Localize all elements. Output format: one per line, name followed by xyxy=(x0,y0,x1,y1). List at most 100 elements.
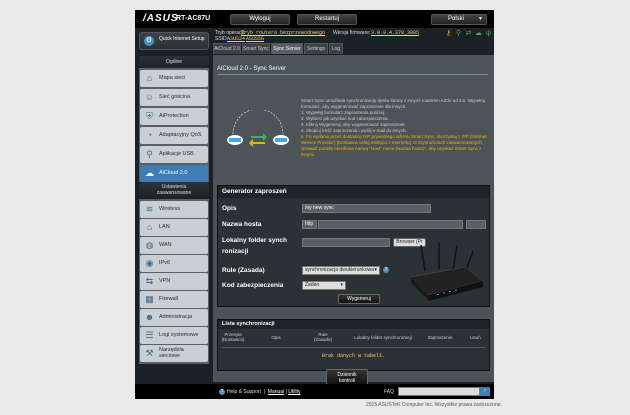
step-5-note: 5. Po wydaniu przez dostawcę ISP prywatn… xyxy=(301,134,487,157)
faq-search-button[interactable]: › xyxy=(480,387,490,396)
sidebar-item-aiprotection[interactable]: ⛨ AiProtection xyxy=(140,108,208,125)
language-value: Polski xyxy=(448,16,465,22)
firmware-value[interactable]: 3.0.0.4.378_3885 xyxy=(371,30,419,36)
sidebar-item-label: Mapa sieci xyxy=(159,75,186,81)
usb-status-icon[interactable]: ⚲ xyxy=(455,30,462,37)
sidebar-item-qos[interactable]: ◔ Adaptacyjny QoS xyxy=(140,127,208,144)
chevron-down-icon: ▾ xyxy=(374,267,377,273)
router-left-icon xyxy=(227,135,243,145)
manual-link[interactable]: Manual xyxy=(268,389,284,395)
tab-aicloud[interactable]: AiCloud 2.0 xyxy=(213,43,241,54)
advanced-menu: ≋ Wireless ⌂ LAN ◍ WAN ◉ IPv6 ⇆ VPN ▦ Fi… xyxy=(139,199,209,364)
protocol-select[interactable]: http xyxy=(302,220,317,229)
system-log-icon: ☰ xyxy=(145,330,154,340)
language-select[interactable]: Polski ▼ xyxy=(431,14,487,25)
security-code-label: Kod zabezpieczenia xyxy=(222,282,284,289)
firewall-icon: ▦ xyxy=(145,294,154,304)
internet-status-icon[interactable]: ⇄ xyxy=(465,30,472,37)
sidebar-item-usb-apps[interactable]: ⚲ Aplikacje USB xyxy=(140,146,208,163)
hostname-input[interactable] xyxy=(318,220,463,229)
page-title: AiCloud 2.0 - Sync Server xyxy=(217,66,287,72)
utility-link[interactable]: Utility xyxy=(288,389,300,395)
rule-label: Rule (Zasada) xyxy=(222,267,265,274)
port-input[interactable] xyxy=(466,220,486,229)
generate-button[interactable]: Wygeneruj xyxy=(338,294,380,304)
sidebar-item-label: Logi systemowe xyxy=(159,332,199,338)
footer: ? Help & Support | Manual | Utility FAQ › xyxy=(135,384,494,399)
cloud-status-icon[interactable]: ☁ xyxy=(475,30,482,37)
help-icon[interactable]: ? xyxy=(383,267,389,273)
hostname-label: Nazwa hosta xyxy=(222,221,262,228)
empty-table-message: Brak danych w tabeli. xyxy=(321,353,385,359)
model-name: RT-AC87U xyxy=(176,15,211,22)
sidebar-item-label: IPv6 xyxy=(159,260,171,266)
sidebar-item-label: Aplikacje USB xyxy=(159,151,194,157)
log-button[interactable]: Dziennik kontroli xyxy=(326,369,368,385)
sidebar-item-label: Wireless xyxy=(159,206,181,212)
description-label: Opis xyxy=(222,205,237,212)
administration-icon: ☻ xyxy=(144,312,155,322)
rule-select[interactable]: synchronizacja dwukierunkowa ▾ xyxy=(302,266,380,275)
faq-search-input[interactable] xyxy=(398,387,480,396)
aiprotection-icon: ⛨ xyxy=(146,111,153,121)
description-intro: Smart Sync umożliwia synchronizację dysk… xyxy=(301,98,485,109)
cloud-icon: ☁ xyxy=(145,168,154,178)
sync-arrows-icon xyxy=(249,133,267,147)
tab-smart-sync[interactable]: Smart Sync xyxy=(242,43,270,54)
quick-setup-label: Quick Internet Setup xyxy=(159,36,205,42)
tab-sync-server[interactable]: Sync Server xyxy=(271,43,303,54)
ssid-5g[interactable]: ASUS5G xyxy=(246,36,264,42)
tab-settings[interactable]: Settings xyxy=(304,43,328,54)
column-header-delete: Usuń xyxy=(470,335,481,340)
invitation-generator-panel: Generator zaproszeń Opis my new sync Naz… xyxy=(217,185,490,307)
firmware-label: Wersja firmware: xyxy=(333,30,371,36)
help-support: ? Help & Support | Manual | Utility xyxy=(219,389,301,395)
security-code-select[interactable]: Żaden ▾ xyxy=(302,281,346,290)
general-menu: ⌂ Mapa sieci ☺ Sieć gościna ⛨ AiProtecti… xyxy=(139,68,209,182)
usb-device-icon[interactable]: ψ xyxy=(485,30,492,37)
sidebar-item-wan[interactable]: ◍ WAN xyxy=(140,237,208,254)
advanced-title-line-2: zaawansowane xyxy=(156,190,192,196)
sidebar-item-aicloud[interactable]: ☁ AiCloud 2.0 xyxy=(140,165,208,182)
sidebar-item-firewall[interactable]: ▦ Firewall xyxy=(140,291,208,308)
qos-icon: ◔ xyxy=(146,130,153,140)
usb-icon: ⚲ xyxy=(146,149,153,159)
column-header-provider: Przesyła (Dostawca) xyxy=(221,332,245,342)
router-right-icon xyxy=(273,135,289,145)
router-image xyxy=(410,243,484,301)
tab-log[interactable]: Log xyxy=(329,43,343,54)
chevron-down-icon: ▾ xyxy=(340,282,343,288)
setup-icon: ⚙ xyxy=(144,36,154,46)
ssid-24g[interactable]: ASUS24 xyxy=(227,36,245,42)
sidebar-item-label: WAN xyxy=(159,242,172,248)
column-header-rule: Rule (Zasada) xyxy=(313,332,332,342)
description-input[interactable]: my new sync xyxy=(302,204,431,213)
key-icon[interactable]: ⚷ xyxy=(445,30,452,37)
sidebar-item-network-map[interactable]: ⌂ Mapa sieci xyxy=(140,70,208,87)
sidebar-item-label: Adaptacyjny QoS xyxy=(159,132,202,138)
network-tools-icon: ⚒ xyxy=(145,348,154,358)
title-divider xyxy=(217,74,488,75)
sync-arc xyxy=(232,110,284,135)
top-bar: /ASUS RT-AC87U Wyloguj Restartuj Polski … xyxy=(135,10,494,28)
network-map-icon: ⌂ xyxy=(146,73,153,83)
sidebar-item-ipv6[interactable]: ◉ IPv6 xyxy=(140,255,208,272)
sidebar-item-vpn[interactable]: ⇆ VPN xyxy=(140,273,208,290)
sidebar-item-lan[interactable]: ⌂ LAN xyxy=(140,219,208,236)
faq-label: FAQ xyxy=(384,389,395,395)
sync-diagram xyxy=(227,110,289,147)
sidebar-item-network-tools[interactable]: ⚒ Narzędzia sieciowe xyxy=(140,345,208,362)
local-folder-input[interactable] xyxy=(302,238,390,247)
quick-internet-setup-button[interactable]: ⚙ Quick Internet Setup xyxy=(139,32,209,50)
sidebar-item-guest-network[interactable]: ☺ Sieć gościna xyxy=(140,89,208,106)
sidebar-item-administration[interactable]: ☻ Administracja xyxy=(140,309,208,326)
restart-button[interactable]: Restartuj xyxy=(297,14,357,25)
sidebar-item-label: AiProtection xyxy=(159,113,189,119)
wan-icon: ◍ xyxy=(145,240,154,250)
help-support-label: Help & Support xyxy=(227,389,261,395)
security-code-value: Żaden xyxy=(305,282,320,288)
column-header-local-folder: Lokalny folder synchronizacji xyxy=(354,335,412,340)
sidebar-item-system-log[interactable]: ☰ Logi systemowe xyxy=(140,327,208,344)
sidebar-item-wireless[interactable]: ≋ Wireless xyxy=(140,201,208,218)
logout-button[interactable]: Wyloguj xyxy=(230,14,290,25)
